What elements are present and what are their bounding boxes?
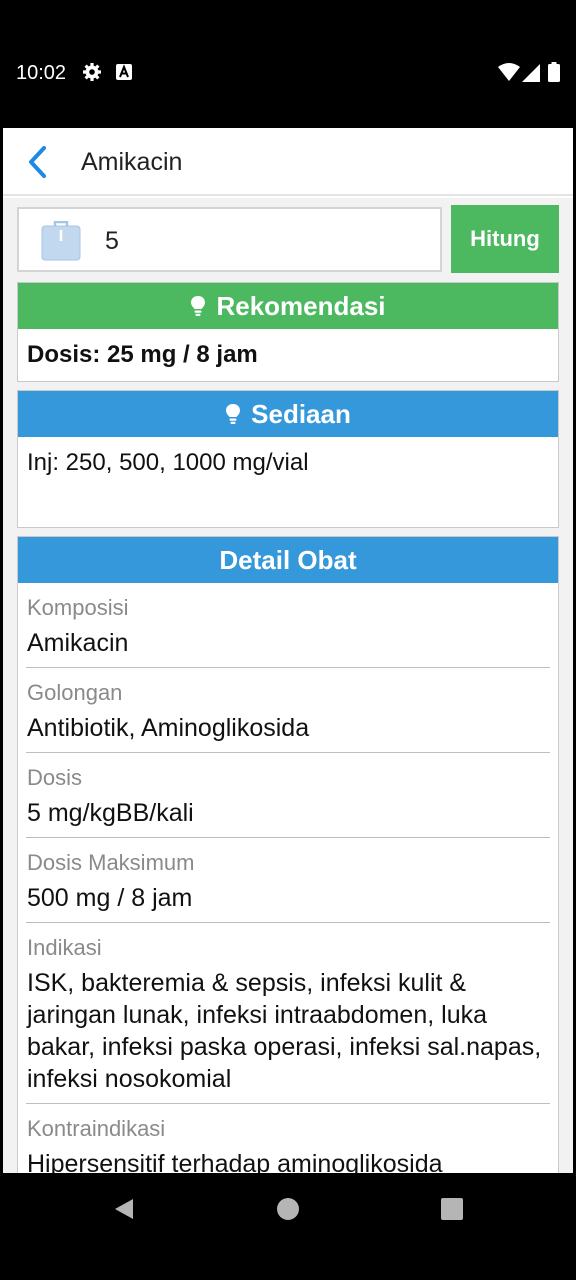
detail-label: Dosis Maksimum — [27, 850, 195, 875]
hitung-button[interactable]: Hitung — [451, 205, 559, 273]
status-bar: 10:02 — [0, 0, 576, 128]
back-arrow-icon[interactable] — [21, 145, 55, 179]
detail-row-indikasi: Indikasi ISK, bakteremia & sepsis, infek… — [26, 923, 550, 1104]
signal-icon — [522, 64, 540, 82]
nav-home-icon[interactable] — [276, 1197, 300, 1221]
weight-input[interactable]: 5 — [17, 207, 442, 272]
detail-label: Golongan — [27, 680, 123, 705]
page-title: Amikacin — [81, 148, 183, 176]
sediaan-header: Sediaan — [18, 391, 558, 437]
weight-value: 5 — [105, 227, 119, 255]
sediaan-text: Inj: 250, 500, 1000 mg/vial — [27, 449, 309, 476]
rekomendasi-title: Rekomendasi — [216, 290, 386, 321]
detail-row-dosis: Dosis 5 mg/kgBB/kali — [26, 753, 550, 838]
wifi-icon — [498, 63, 520, 81]
detail-row-kontraindikasi: Kontraindikasi Hipersensitif terhadap am… — [26, 1104, 550, 1173]
detail-value: Antibiotik, Aminoglikosida — [27, 714, 310, 742]
detail-value: 5 mg/kgBB/kali — [27, 799, 194, 827]
detail-value: 500 mg / 8 jam — [27, 884, 193, 912]
sediaan-title: Sediaan — [251, 398, 351, 429]
detail-label: Komposisi — [27, 595, 129, 620]
status-time: 10:02 — [16, 62, 67, 84]
sediaan-card: Sediaan Inj: 250, 500, 1000 mg/vial — [17, 390, 559, 528]
detail-value: Hipersensitif terhadap aminoglikosida — [27, 1150, 443, 1173]
detail-value: Amikacin — [27, 629, 129, 657]
detail-obat-card: Detail Obat Komposisi Amikacin Golongan … — [17, 536, 559, 1173]
rekomendasi-text: Dosis: 25 mg / 8 jam — [27, 341, 258, 368]
battery-icon — [548, 62, 560, 82]
detail-label: Indikasi — [27, 935, 102, 960]
detail-obat-title: Detail Obat — [219, 544, 357, 575]
detail-obat-header: Detail Obat — [18, 537, 558, 583]
detail-row-dosis-maksimum: Dosis Maksimum 500 mg / 8 jam — [26, 838, 550, 923]
lightbulb-icon — [226, 404, 241, 424]
lightbulb-icon — [191, 296, 206, 316]
scale-icon — [41, 221, 81, 261]
rekomendasi-card: Rekomendasi Dosis: 25 mg / 8 jam — [17, 282, 559, 382]
nav-back-icon[interactable] — [112, 1197, 136, 1221]
rekomendasi-header: Rekomendasi — [18, 283, 558, 329]
app-screen: Amikacin 5 Hitung Rekomendasi Dosis: 25 … — [3, 128, 573, 1173]
app-bar: Amikacin — [3, 128, 573, 196]
detail-value: ISK, bakteremia & sepsis, infeksi kulit … — [27, 969, 542, 1093]
settings-icon — [83, 63, 101, 81]
detail-row-komposisi: Komposisi Amikacin — [26, 583, 550, 668]
nav-recents-icon[interactable] — [440, 1197, 464, 1221]
content-area: 5 Hitung Rekomendasi Dosis: 25 mg / 8 ja… — [3, 198, 573, 1173]
notification-a-icon — [116, 64, 132, 80]
detail-row-golongan: Golongan Antibiotik, Aminoglikosida — [26, 668, 550, 753]
detail-label: Dosis — [27, 765, 83, 790]
navigation-bar — [0, 1173, 576, 1280]
detail-label: Kontraindikasi — [27, 1116, 166, 1141]
